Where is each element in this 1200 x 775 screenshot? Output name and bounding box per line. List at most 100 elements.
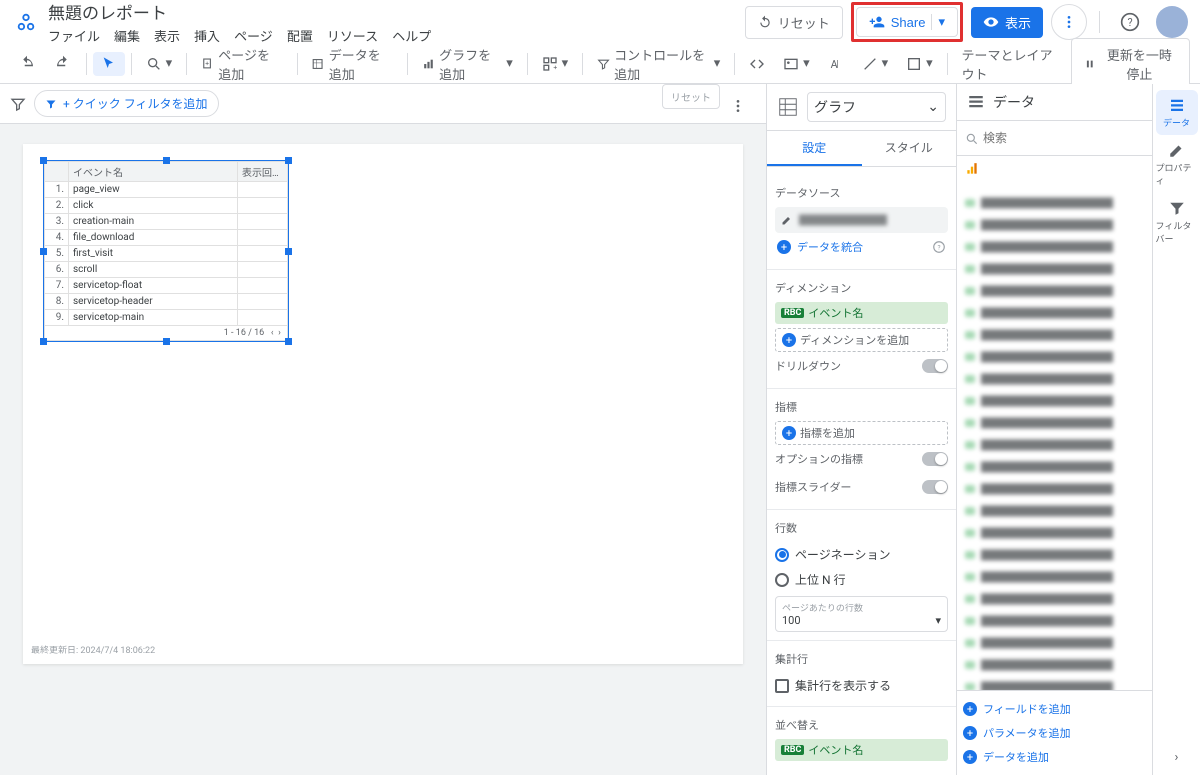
- field-item[interactable]: ████████████: [963, 192, 1146, 214]
- field-item[interactable]: ████████████: [963, 302, 1146, 324]
- drilldown-toggle[interactable]: [922, 359, 948, 373]
- view-button[interactable]: 表示: [971, 7, 1043, 38]
- menu-view[interactable]: 表示: [154, 26, 180, 45]
- resize-handle[interactable]: [40, 338, 47, 345]
- section-dimension: ディメンション: [775, 280, 948, 296]
- add-metric-button[interactable]: + 指標を追加: [775, 421, 948, 445]
- selected-table-chart[interactable]: イベント名 表示回… 1.page_view2.click3.creation-…: [43, 160, 289, 342]
- line-button[interactable]: ▾: [854, 52, 897, 76]
- chart-add-icon: [422, 56, 435, 72]
- menu-file[interactable]: ファイル: [48, 26, 100, 45]
- image-button[interactable]: ▾: [775, 52, 818, 76]
- report-page[interactable]: イベント名 表示回… 1.page_view2.click3.creation-…: [23, 144, 743, 664]
- add-data-source-button[interactable]: +データを追加: [963, 745, 1146, 769]
- rail-filterbar-button[interactable]: フィルタバー: [1156, 193, 1198, 251]
- filter-icon: [597, 56, 610, 72]
- resize-handle[interactable]: [40, 248, 47, 255]
- field-item[interactable]: ████████████: [963, 632, 1146, 654]
- redo-button[interactable]: [46, 51, 80, 77]
- field-item[interactable]: ████████████: [963, 434, 1146, 456]
- community-viz-button[interactable]: + ▾: [534, 52, 577, 76]
- pager-prev-icon[interactable]: ‹: [271, 328, 274, 338]
- sort-field-chip[interactable]: RBC イベント名: [775, 739, 948, 761]
- field-item[interactable]: ████████████: [963, 456, 1146, 478]
- document-title[interactable]: 無題のレポート: [48, 0, 745, 24]
- field-item[interactable]: ████████████: [963, 346, 1146, 368]
- metric-slider-toggle[interactable]: [922, 480, 948, 494]
- tab-style[interactable]: スタイル: [862, 131, 957, 166]
- embed-button[interactable]: [741, 52, 773, 76]
- top-n-radio[interactable]: 上位 N 行: [775, 567, 948, 592]
- data-search-input[interactable]: [963, 127, 1146, 149]
- field-item[interactable]: ████████████: [963, 588, 1146, 610]
- field-item[interactable]: ████████████: [963, 544, 1146, 566]
- field-item[interactable]: ████████████: [963, 676, 1146, 690]
- field-item[interactable]: ████████████: [963, 566, 1146, 588]
- rail-properties-button[interactable]: プロパティ: [1156, 135, 1198, 193]
- add-parameter-button[interactable]: +パラメータを追加: [963, 721, 1146, 745]
- field-item[interactable]: ████████████: [963, 478, 1146, 500]
- filter-more-button[interactable]: [720, 88, 756, 124]
- reset-filters-button[interactable]: リセット: [662, 84, 720, 109]
- optional-metric-toggle[interactable]: [922, 452, 948, 466]
- field-item[interactable]: ████████████: [963, 390, 1146, 412]
- collapse-rail-button[interactable]: ›: [1165, 740, 1189, 775]
- resize-handle[interactable]: [285, 338, 292, 345]
- rows-per-page-select[interactable]: ページあたりの行数 100 ▾: [775, 596, 948, 632]
- field-item[interactable]: ████████████: [963, 412, 1146, 434]
- pagination-radio[interactable]: ページネーション: [775, 542, 948, 567]
- resize-handle[interactable]: [285, 248, 292, 255]
- rail-data-button[interactable]: データ: [1156, 90, 1198, 135]
- field-item[interactable]: ████████████: [963, 654, 1146, 676]
- help-button[interactable]: ?: [1112, 4, 1148, 40]
- chart-properties-panel: グラフ ⌄ 設定 スタイル データソース ████████ + データを統合 ?…: [766, 84, 956, 775]
- table-header: イベント名: [69, 162, 238, 182]
- data-source-row[interactable]: ████████: [775, 207, 948, 233]
- zoom-tool[interactable]: ▾: [138, 52, 181, 76]
- resize-handle[interactable]: [163, 157, 170, 164]
- add-dimension-button[interactable]: + ディメンションを追加: [775, 328, 948, 352]
- field-item[interactable]: ████████████: [963, 236, 1146, 258]
- dimension-chip[interactable]: RBC イベント名: [775, 302, 948, 324]
- image-icon: [783, 56, 799, 72]
- add-chart-button[interactable]: グラフを追加 ▾: [414, 41, 521, 87]
- field-item[interactable]: ████████████: [963, 610, 1146, 632]
- more-options-button[interactable]: [1051, 4, 1087, 40]
- field-item[interactable]: ████████████: [963, 258, 1146, 280]
- field-item[interactable]: ████████████: [963, 500, 1146, 522]
- resize-handle[interactable]: [285, 157, 292, 164]
- field-item[interactable]: ████████████: [963, 368, 1146, 390]
- show-totals-checkbox[interactable]: 集計行を表示する: [775, 673, 948, 698]
- chart-type-selector[interactable]: グラフ ⌄: [807, 92, 946, 122]
- add-page-button[interactable]: +ページを追加: [193, 41, 291, 87]
- pager-next-icon[interactable]: ›: [278, 328, 281, 338]
- add-data-button[interactable]: データを追加: [303, 41, 401, 87]
- analytics-source-icon[interactable]: [965, 162, 979, 176]
- undo-button[interactable]: [10, 51, 44, 77]
- add-control-button[interactable]: コントロールを追加 ▾: [589, 41, 728, 87]
- filter-icon[interactable]: [10, 96, 26, 112]
- resize-handle[interactable]: [163, 338, 170, 345]
- field-item[interactable]: ████████████: [963, 214, 1146, 236]
- pause-updates-button[interactable]: 更新を一時停止: [1071, 38, 1190, 90]
- tab-setup[interactable]: 設定: [767, 131, 862, 166]
- text-button[interactable]: A: [820, 52, 852, 76]
- blend-data-link[interactable]: データを統合: [797, 239, 863, 255]
- field-item[interactable]: ████████████: [963, 280, 1146, 302]
- menu-edit[interactable]: 編集: [114, 26, 140, 45]
- selection-tool[interactable]: [93, 52, 125, 76]
- field-item[interactable]: ████████████: [963, 522, 1146, 544]
- share-button[interactable]: Share ▾: [856, 7, 958, 37]
- reset-button[interactable]: リセット: [745, 6, 843, 39]
- theme-layout-button[interactable]: テーマとレイアウト: [954, 41, 1068, 87]
- shape-button[interactable]: ▾: [898, 52, 941, 76]
- add-field-button[interactable]: +フィールドを追加: [963, 697, 1146, 721]
- user-avatar[interactable]: [1156, 6, 1188, 38]
- field-item[interactable]: ████████████: [963, 324, 1146, 346]
- more-vert-icon: [1061, 14, 1077, 30]
- resize-handle[interactable]: [40, 157, 47, 164]
- help-icon[interactable]: ?: [932, 240, 946, 254]
- add-quick-filter-chip[interactable]: + クイック フィルタを追加: [34, 90, 219, 117]
- section-totals: 集計行: [775, 651, 948, 667]
- table-row: 6.scroll: [45, 262, 288, 278]
